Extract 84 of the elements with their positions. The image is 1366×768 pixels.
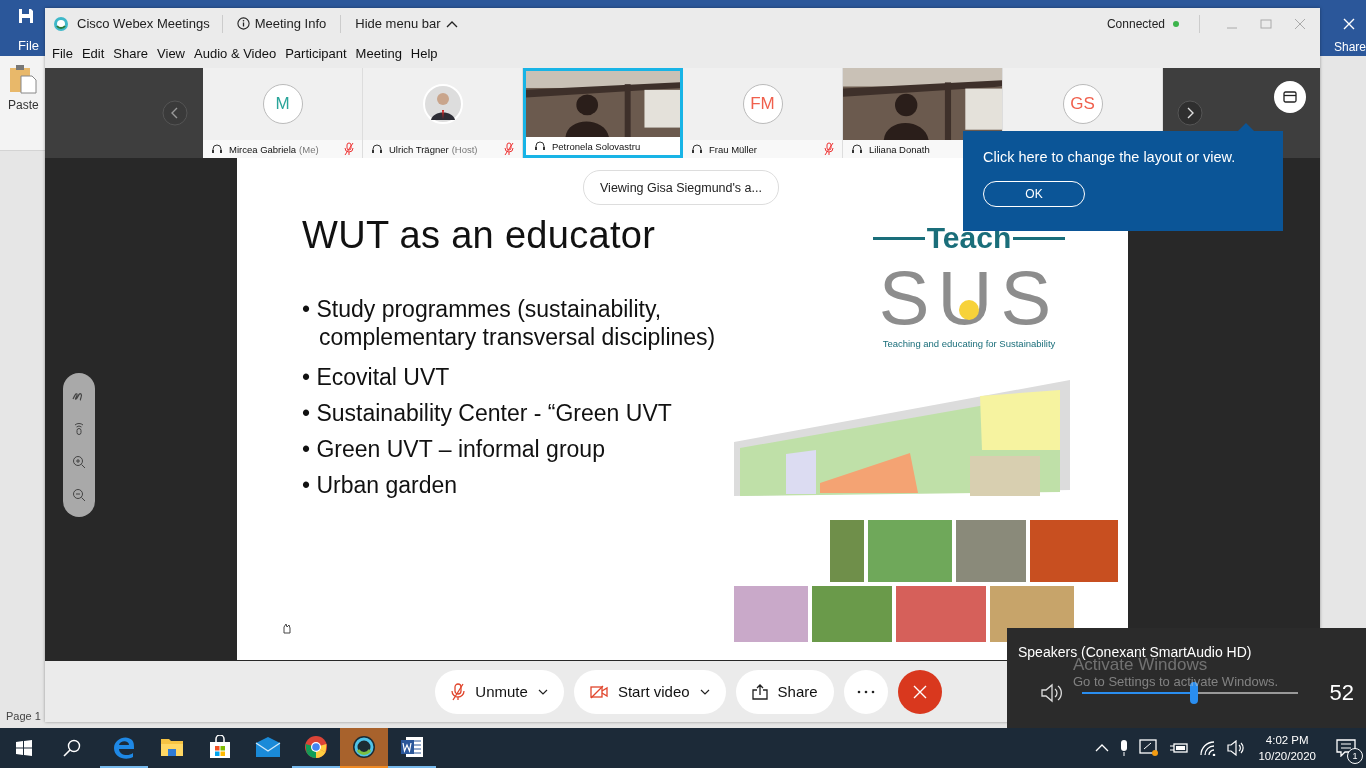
participant-name: Petronela Solovastru <box>552 140 641 152</box>
connection-status: Connected <box>1106 16 1165 31</box>
menu-item[interactable]: File <box>52 46 73 61</box>
chevron-up-icon <box>445 19 458 28</box>
participant-name: Ulrich Trägner (Host) <box>389 143 478 155</box>
window-title: Cisco Webex Meetings <box>77 16 210 31</box>
chevron-right-icon[interactable] <box>1177 100 1203 126</box>
menu-item[interactable]: Help <box>410 46 438 61</box>
layout-icon <box>1283 91 1297 103</box>
paste-button[interactable]: Paste <box>8 64 39 112</box>
start-icon[interactable] <box>16 740 32 756</box>
avatar: M <box>262 84 303 124</box>
browser-e-icon <box>112 735 136 759</box>
headset-icon <box>371 143 383 155</box>
sharing-banner: Viewing Gisa Siegmund's a... <box>583 170 779 205</box>
search-icon[interactable] <box>63 739 81 757</box>
menu-item[interactable]: Share <box>113 46 149 61</box>
zoom-out-icon[interactable] <box>72 487 86 502</box>
avatar <box>422 84 463 124</box>
clock-time[interactable]: 4:02 PM <box>1265 732 1309 748</box>
cursor-icon <box>281 622 293 634</box>
microphone-icon[interactable] <box>1119 739 1130 757</box>
speaker-icon[interactable] <box>1040 683 1064 703</box>
avatar: FM <box>742 84 783 124</box>
participant-name: Mircea Gabriela (Me) <box>229 143 319 155</box>
video-off-icon <box>589 684 608 699</box>
bullet-item: • Green UVT – informal group <box>302 435 605 464</box>
meeting-app-icon <box>352 735 376 759</box>
share-button[interactable]: Share <box>1333 40 1366 54</box>
muted-mic-icon <box>451 682 466 701</box>
pointer-icon[interactable] <box>72 421 86 436</box>
file-tab[interactable]: File <box>18 38 39 53</box>
message-icon <box>1336 739 1356 757</box>
mail-icon <box>255 737 281 757</box>
page-count: Page 1 <box>6 710 41 722</box>
headset-icon <box>691 143 703 155</box>
participant-tile[interactable]: FM Frau Müller <box>683 68 843 158</box>
participant-tile[interactable]: Petronela Solovastru <box>523 68 683 158</box>
notification-button[interactable]: 1 <box>1326 728 1366 768</box>
meeting-info-button[interactable]: Meeting Info <box>234 16 329 31</box>
bullet-item: • Sustainability Center - “Green UVT <box>302 399 672 428</box>
menu-item[interactable]: Audio & Video <box>194 46 277 61</box>
participant-tile[interactable]: Ulrich Trägner (Host) <box>363 68 523 158</box>
share-button[interactable]: Share <box>735 669 834 714</box>
display-icon[interactable] <box>1139 739 1160 757</box>
bullet-item: • Ecovital UVT <box>302 363 450 392</box>
headset-icon <box>851 143 863 155</box>
more-icon <box>856 689 875 694</box>
close-icon <box>912 684 927 699</box>
app-logo-icon <box>53 15 69 32</box>
chevron-up-icon[interactable] <box>1095 744 1110 752</box>
bullet-item: • Urban garden <box>302 471 458 500</box>
notification-count: 1 <box>1347 748 1363 764</box>
menu-item[interactable]: Edit <box>81 46 105 61</box>
mute-button[interactable]: Unmute <box>435 669 564 714</box>
store-bag-icon <box>209 735 231 759</box>
clock-date[interactable]: 10/20/2020 <box>1258 748 1316 764</box>
save-icon[interactable] <box>18 8 34 24</box>
folder-icon <box>160 737 184 757</box>
avatar: GS <box>1062 84 1103 124</box>
activation-message: Go to Settings to activate Windows. <box>1073 675 1279 689</box>
clipboard-icon <box>9 64 38 94</box>
menu-item[interactable]: Meeting <box>355 46 402 61</box>
bullet-item: • Study programmes (sustainability, complementary transversal disciplines) <box>302 295 717 351</box>
menu-item[interactable]: Participant <box>285 46 347 61</box>
participant-name: Liliana Donath <box>869 143 930 155</box>
info-icon <box>236 17 250 30</box>
chrome-icon <box>304 735 328 759</box>
video-button[interactable]: Start video <box>573 669 726 714</box>
wifi-icon[interactable] <box>1199 740 1218 756</box>
participant-tile[interactable]: M Mircea Gabriela (Me) <box>203 68 363 158</box>
headset-icon <box>211 143 223 155</box>
slide-title: WUT as an educator <box>302 214 656 257</box>
battery-plug-icon[interactable] <box>1169 741 1190 755</box>
hide-menu-bar-button[interactable]: Hide menu bar <box>353 16 460 31</box>
document-w-icon <box>400 736 424 758</box>
share-icon <box>751 683 768 700</box>
volume-reading: 52 <box>1328 680 1354 706</box>
speaker-icon[interactable] <box>1227 740 1246 756</box>
participant-name: Frau Müller <box>709 143 758 155</box>
menu-item[interactable]: View <box>157 46 185 61</box>
zoom-in-icon[interactable] <box>72 454 86 469</box>
headset-icon <box>534 140 546 152</box>
taskbar-app[interactable] <box>340 728 388 768</box>
